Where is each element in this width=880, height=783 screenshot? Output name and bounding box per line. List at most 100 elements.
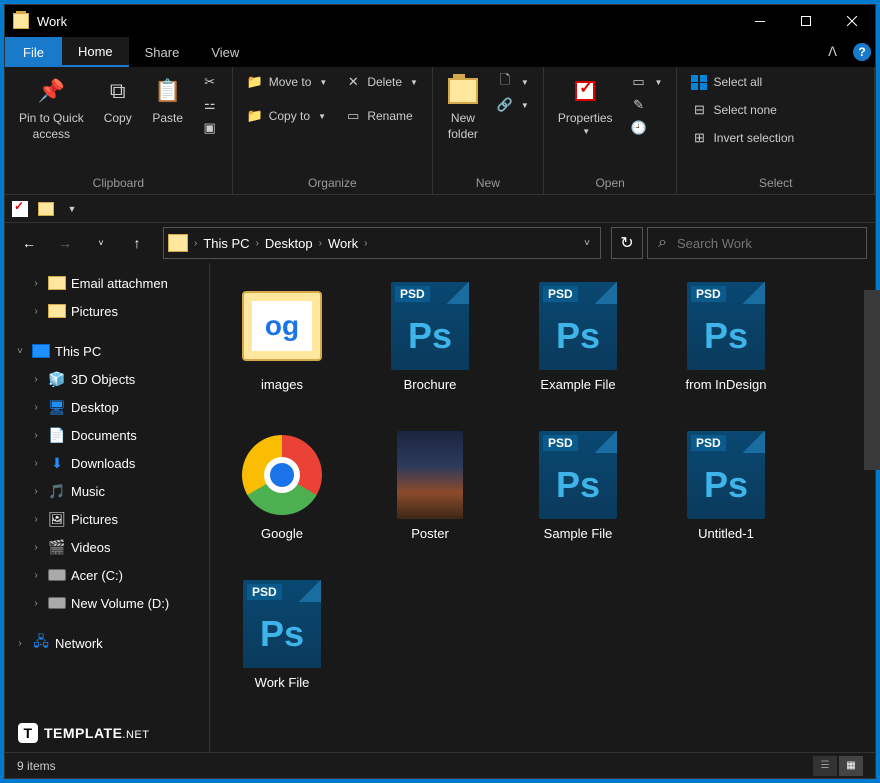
- new-item-button[interactable]: 🗋▼: [491, 71, 535, 93]
- explorer-body: ›Email attachmen ›Pictures ˅This PC ›🧊3D…: [5, 263, 875, 752]
- newitem-icon: 🗋: [497, 74, 513, 90]
- move-to-button[interactable]: 📁Move to▼: [241, 71, 334, 93]
- navigation-pane[interactable]: ›Email attachmen ›Pictures ˅This PC ›🧊3D…: [5, 263, 210, 752]
- file-label: from InDesign: [686, 377, 767, 394]
- sidebar-item-downloads[interactable]: ›⬇Downloads: [5, 449, 209, 477]
- select-none-button[interactable]: ⊟Select none: [685, 99, 800, 121]
- sidebar-item-acer[interactable]: ›Acer (C:): [5, 561, 209, 589]
- details-view-button[interactable]: ☰: [813, 756, 837, 776]
- sidebar-item-3dobjects[interactable]: ›🧊3D Objects: [5, 365, 209, 393]
- copy-path-button[interactable]: ⚍: [196, 94, 224, 116]
- file-label: Poster: [411, 526, 449, 543]
- icons-view-button[interactable]: ▦: [839, 756, 863, 776]
- properties-button[interactable]: Properties▼: [552, 71, 619, 141]
- psd-icon: PSDPs: [385, 281, 475, 371]
- delete-button[interactable]: ✕Delete▼: [339, 71, 424, 93]
- file-item[interactable]: PSDPsSample File: [518, 424, 638, 549]
- file-item[interactable]: PSDPsUntitled-1: [666, 424, 786, 549]
- selectnone-icon: ⊟: [691, 102, 707, 118]
- psd-icon: PSDPs: [681, 430, 771, 520]
- back-button[interactable]: ←: [13, 227, 45, 259]
- sidebar-item-videos[interactable]: ›🎬Videos: [5, 533, 209, 561]
- minimize-button[interactable]: [737, 5, 783, 37]
- sidebar-item-documents[interactable]: ›📄Documents: [5, 421, 209, 449]
- breadcrumb-work[interactable]: Work: [322, 236, 364, 251]
- history-icon: 🕘: [631, 120, 647, 136]
- sidebar-item-network[interactable]: ›🖧Network: [5, 629, 209, 657]
- new-folder-button[interactable]: New folder: [441, 71, 485, 146]
- poster-icon: [385, 430, 475, 520]
- watermark-badge-icon: T: [18, 723, 38, 743]
- file-item[interactable]: Poster: [370, 424, 490, 549]
- search-input[interactable]: [677, 236, 856, 251]
- copy-button[interactable]: ⧉Copy: [96, 71, 140, 131]
- file-item[interactable]: PSDPsWork File: [222, 573, 342, 698]
- search-box[interactable]: ⌕: [647, 227, 867, 259]
- navigation-bar: ← → ˅ ↑ › This PC › Desktop › Work › ˅ ↻…: [5, 223, 875, 263]
- clipboard-group-label: Clipboard: [13, 174, 224, 192]
- edit-button[interactable]: ✎: [625, 94, 669, 116]
- breadcrumb-dropdown-button[interactable]: ˅: [584, 238, 590, 249]
- open-icon: ▭: [631, 74, 647, 90]
- sidebar-scrollbar[interactable]: [864, 290, 875, 470]
- ribbon-collapse-button[interactable]: ᐱ: [820, 40, 845, 64]
- file-label: Google: [261, 526, 303, 543]
- chevron-right-icon[interactable]: ›: [364, 238, 367, 249]
- select-all-button[interactable]: Select all: [685, 71, 800, 93]
- watermark: T TEMPLATE.NET: [18, 723, 149, 743]
- pin-quick-access-button[interactable]: 📌Pin to Quick access: [13, 71, 90, 146]
- folder-icon: og: [237, 281, 327, 371]
- sidebar-item-thispc[interactable]: ˅This PC: [5, 337, 209, 365]
- qat-properties-button[interactable]: [9, 198, 31, 220]
- up-button[interactable]: ↑: [121, 227, 153, 259]
- help-button[interactable]: ?: [853, 43, 871, 61]
- file-item[interactable]: PSDPsfrom InDesign: [666, 275, 786, 400]
- sidebar-item-email[interactable]: ›Email attachmen: [5, 269, 209, 297]
- copy-to-button[interactable]: 📁Copy to▼: [241, 105, 334, 127]
- sidebar-item-desktop[interactable]: ›🖥Desktop: [5, 393, 209, 421]
- sidebar-item-music[interactable]: ›🎵Music: [5, 477, 209, 505]
- new-group-label: New: [441, 174, 535, 192]
- cut-button[interactable]: ✂: [196, 71, 224, 93]
- properties-icon: [569, 75, 601, 107]
- paste-button[interactable]: 📋Paste: [146, 71, 190, 131]
- copy-icon: ⧉: [102, 75, 134, 107]
- file-item[interactable]: Google: [222, 424, 342, 549]
- titlebar[interactable]: Work: [5, 5, 875, 37]
- path-icon: ⚍: [202, 97, 218, 113]
- menu-home[interactable]: Home: [62, 37, 129, 67]
- menu-view[interactable]: View: [195, 37, 255, 67]
- refresh-button[interactable]: ↻: [611, 227, 643, 259]
- file-item[interactable]: ogimages: [222, 275, 342, 400]
- easy-access-button[interactable]: 🔗▼: [491, 94, 535, 116]
- rename-button[interactable]: ▭Rename: [339, 105, 424, 127]
- breadcrumb-thispc[interactable]: This PC: [197, 236, 255, 251]
- sidebar-item-pictures[interactable]: ›Pictures: [5, 297, 209, 325]
- file-label: Brochure: [404, 377, 457, 394]
- history-button[interactable]: 🕘: [625, 117, 669, 139]
- qat-newfolder-button[interactable]: [35, 198, 57, 220]
- file-item[interactable]: PSDPs Brochure: [370, 275, 490, 400]
- recent-locations-button[interactable]: ˅: [85, 227, 117, 259]
- forward-button[interactable]: →: [49, 227, 81, 259]
- psd-icon: PSDPs: [533, 430, 623, 520]
- edit-icon: ✎: [631, 97, 647, 113]
- menu-share[interactable]: Share: [129, 37, 196, 67]
- qat-customize-button[interactable]: ▼: [61, 198, 83, 220]
- file-item[interactable]: PSDPsExample File: [518, 275, 638, 400]
- close-button[interactable]: [829, 5, 875, 37]
- copyto-icon: 📁: [247, 108, 263, 124]
- quick-access-toolbar: ▼: [5, 195, 875, 223]
- maximize-button[interactable]: [783, 5, 829, 37]
- breadcrumb[interactable]: › This PC › Desktop › Work › ˅: [163, 227, 601, 259]
- open-button[interactable]: ▭▼: [625, 71, 669, 93]
- invert-selection-button[interactable]: ⊞Invert selection: [685, 127, 800, 149]
- sidebar-item-pictures2[interactable]: ›🖼Pictures: [5, 505, 209, 533]
- menu-file[interactable]: File: [5, 37, 62, 67]
- paste-shortcut-button[interactable]: ▣: [196, 117, 224, 139]
- file-list[interactable]: ogimagesPSDPsBrochurePSDPsExample FilePS…: [210, 263, 875, 752]
- sidebar-item-newvolume[interactable]: ›New Volume (D:): [5, 589, 209, 617]
- file-label: Work File: [255, 675, 310, 692]
- invert-icon: ⊞: [691, 130, 707, 146]
- breadcrumb-desktop[interactable]: Desktop: [259, 236, 319, 251]
